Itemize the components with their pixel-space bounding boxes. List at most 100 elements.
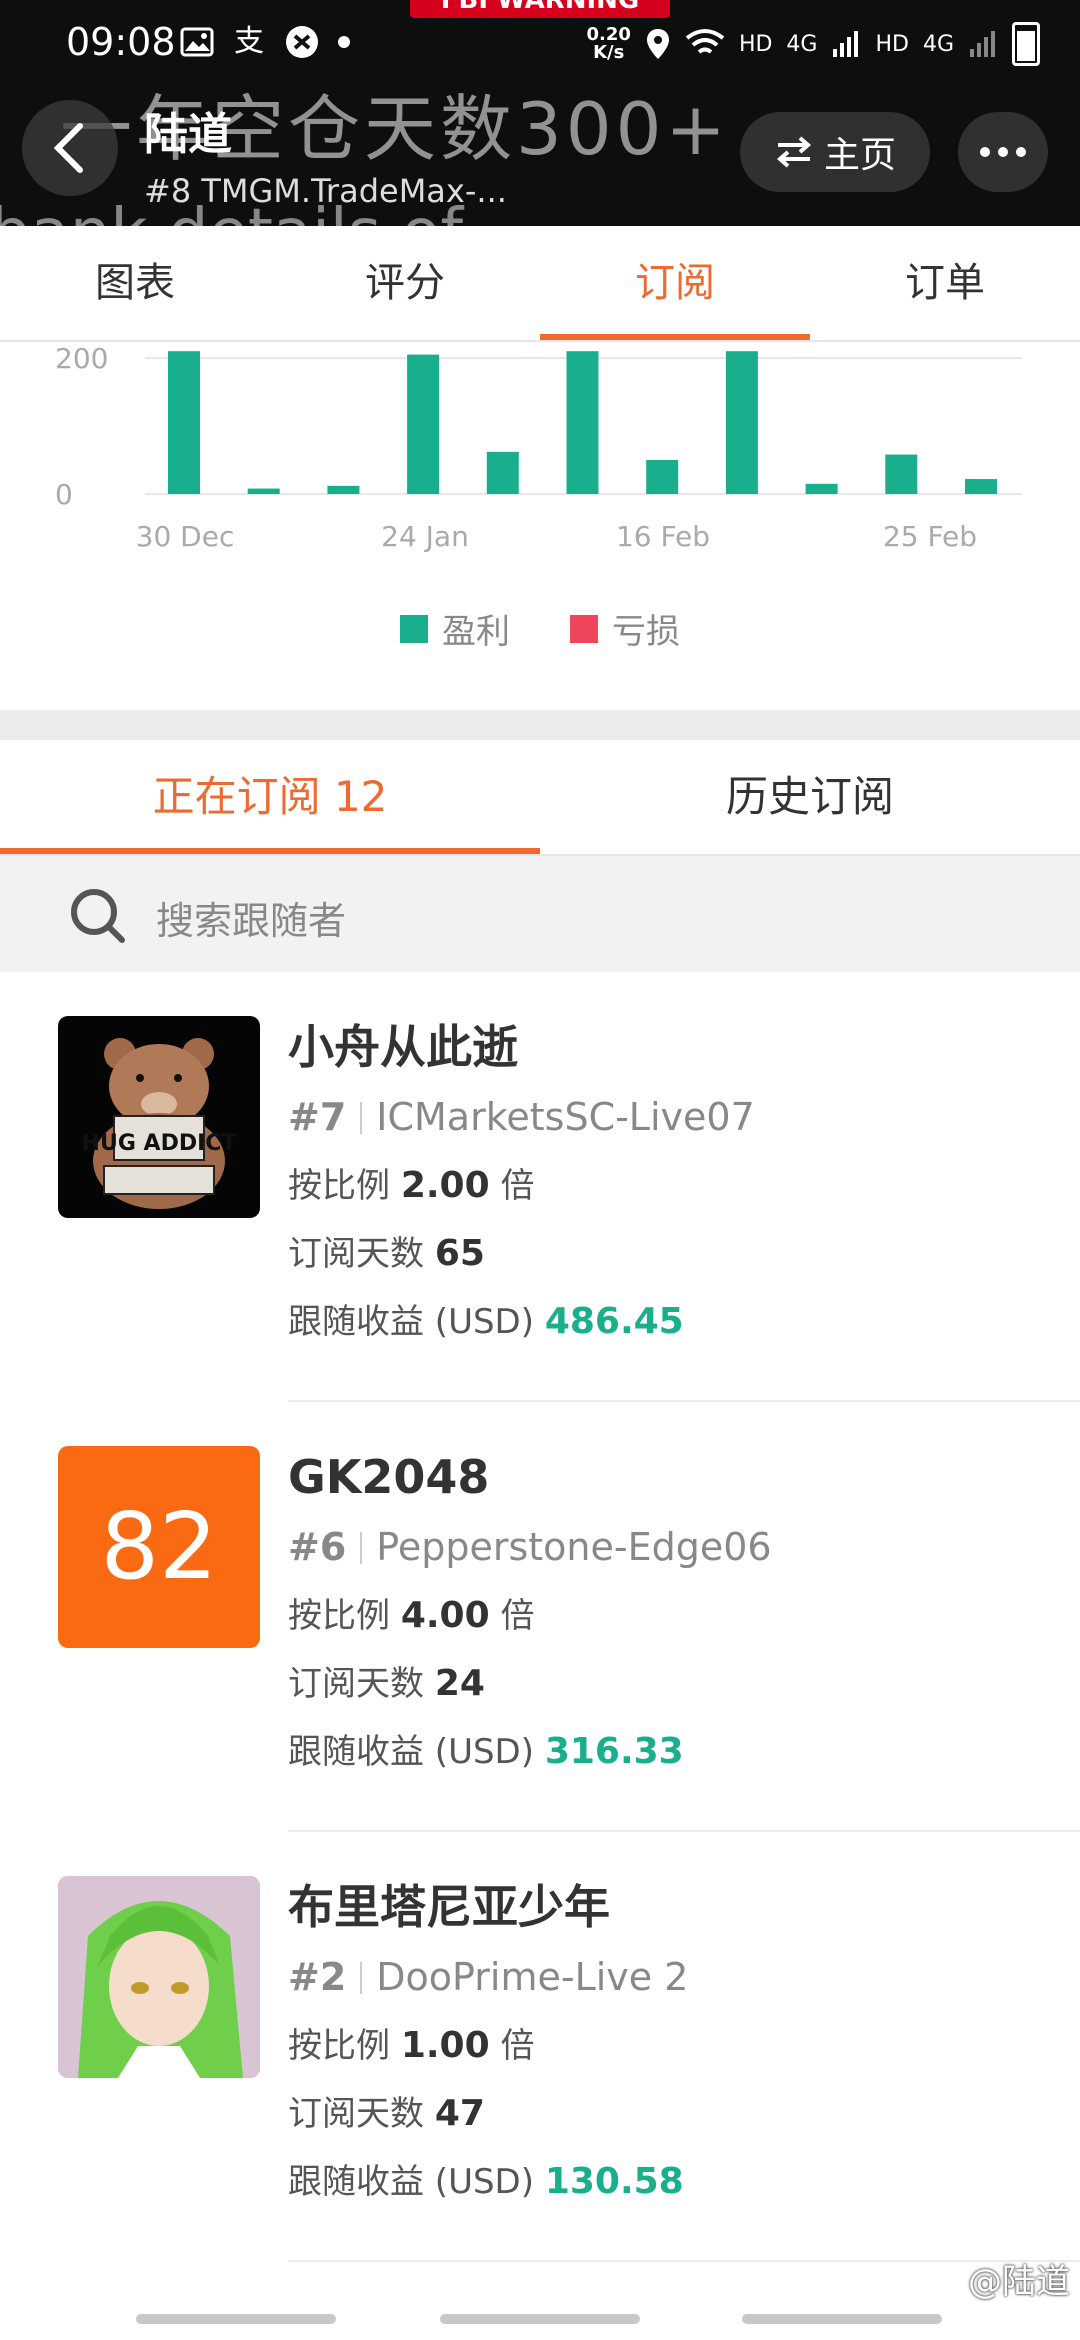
back-button[interactable] [22,100,118,196]
top-tabs: 图表 评分 订阅 订单 [0,226,1080,342]
subscriber-name: GK2048 [288,1450,490,1504]
tab-rating[interactable]: 评分 [270,226,540,340]
avatar-text: HUG ADDICT [81,1131,237,1156]
avatar[interactable]: HUG ADDICT [58,1016,260,1218]
chart-bar[interactable] [725,351,758,494]
days-label: 订阅天数 [288,1664,424,1704]
list-item[interactable]: HUG ADDICT 小舟从此逝 #7 ICMarketsSC-Live07 按比… [0,972,1080,1402]
subscriber-server: DooPrime-Live 2 [376,1955,689,1999]
ratio-value: 1.00 [400,2025,490,2066]
section-divider [0,710,1080,740]
more-dot-icon [980,147,990,157]
ratio-line: 按比例 4.00 倍 [288,1582,1080,1650]
profit-value: 130.58 [544,2161,684,2202]
ratio-label: 按比例 [288,1596,390,1636]
days-value: 65 [434,1233,485,1274]
list-item[interactable]: 82 GK2048 #6 Pepperstone-Edge06 按比例 4.00 … [0,1402,1080,1832]
more-dot-icon [998,147,1008,157]
status-bar: 09:08 支 0.20 K/s HD 4G HD 4G [0,0,1080,86]
ratio-unit: 倍 [500,1166,535,1206]
network-type-1: 4G [786,31,818,57]
rank-server-line: #2 DooPrime-Live 2 [288,1942,1080,2012]
chart-bar[interactable] [965,479,997,494]
y-tick-label: 200 [55,342,108,375]
chart-bar[interactable] [566,351,599,494]
chart-bar[interactable] [168,351,200,494]
legend-profit-label: 盈利 [442,612,510,652]
profit-label: 跟随收益 (USD) [288,1732,534,1772]
separator [360,1102,363,1134]
x-tick-label: 16 Feb [616,520,710,553]
x-tick-label: 24 Jan [381,520,469,553]
switch-icon [776,136,812,168]
profit-line: 跟随收益 (USD) 486.45 [288,1288,1080,1356]
separator [360,1532,363,1564]
days-label: 订阅天数 [288,2094,424,2134]
hd-label-1: HD [738,31,773,57]
status-time: 09:08 [66,20,176,64]
legend-loss-label: 亏损 [612,612,680,652]
system-nav-bar [0,2310,1080,2340]
ratio-label: 按比例 [288,2026,390,2066]
page-title: 陆道 [144,109,232,160]
profit-value: 316.33 [544,1731,684,1772]
tab-subscriptions[interactable]: 订阅 [540,226,810,340]
tab-history-subscriptions[interactable]: 历史订阅 [540,740,1080,854]
chart-bar[interactable] [327,485,360,494]
more-dot-icon [1016,147,1026,157]
rank-server-line: #7 ICMarketsSC-Live07 [288,1082,1080,1152]
subscriber-name: 布里塔尼亚少年 [288,1880,610,1934]
search-input[interactable]: 搜索跟随者 [156,890,346,945]
ratio-value: 2.00 [400,1165,490,1206]
legend-profit[interactable]: 盈利 [400,604,510,653]
location-icon [646,29,669,59]
tab-chart[interactable]: 图表 [0,226,270,340]
alipay-icon: 支 [234,24,264,59]
avatar[interactable] [58,1876,260,2078]
home-button[interactable]: 主页 [740,112,930,192]
subscriber-rank: #6 [288,1525,347,1569]
nav-bar-left[interactable] [136,2314,336,2324]
app-notification-icon [286,26,318,58]
status-right: 0.20 K/s HD 4G HD 4G [587,22,1040,66]
days-line: 订阅天数 24 [288,1650,1080,1718]
legend-loss[interactable]: 亏损 [570,604,680,653]
days-label: 订阅天数 [288,1234,424,1274]
home-label: 主页 [823,135,896,176]
rank-server-line: #6 Pepperstone-Edge06 [288,1512,1080,1582]
profit-label: 跟随收益 (USD) [288,2162,534,2202]
subscriber-rank: #7 [288,1095,347,1139]
search-icon [71,889,125,943]
tab-orders[interactable]: 订单 [810,226,1080,340]
chart-bar[interactable] [885,454,918,494]
watermark: @陆道 [968,2262,1070,2302]
ratio-line: 按比例 2.00 倍 [288,1152,1080,1220]
subscriber-name: 小舟从此逝 [288,1020,518,1074]
tab-current-subscriptions[interactable]: 正在订阅 12 [0,740,540,854]
chart-bar[interactable] [247,488,280,494]
chart-bar[interactable] [646,460,679,494]
app-header: FBI WARNING 一年空仓天数300+ bank details of 0… [0,0,1080,226]
hd-label-2: HD [875,31,909,57]
bear-avatar-image [93,1038,225,1209]
list-item[interactable]: 布里塔尼亚少年 #2 DooPrime-Live 2 按比例 1.00 倍 订阅天… [0,1832,1080,2262]
ratio-unit: 倍 [500,2026,535,2066]
ratio-line: 按比例 1.00 倍 [288,2012,1080,2080]
chart-legend: 盈利 亏损 [0,604,1080,653]
chart-bar[interactable] [805,483,838,494]
search-bar[interactable]: 搜索跟随者 [0,856,1080,972]
avatar[interactable]: 82 [58,1446,260,1648]
ratio-unit: 倍 [500,1596,535,1636]
legend-profit-swatch [400,614,428,643]
nav-bar-center[interactable] [440,2314,640,2324]
more-button[interactable] [958,112,1048,192]
days-value: 24 [434,1663,485,1704]
days-line: 订阅天数 47 [288,2080,1080,2148]
y-tick-label: 0 [55,478,73,511]
signal-icon-2 [970,31,995,57]
chart-bar[interactable] [407,354,440,494]
profit-line: 跟随收益 (USD) 316.33 [288,1718,1080,1786]
chart-bar[interactable] [486,451,519,494]
subscriber-server: ICMarketsSC-Live07 [376,1095,755,1139]
nav-bar-right[interactable] [742,2314,942,2324]
